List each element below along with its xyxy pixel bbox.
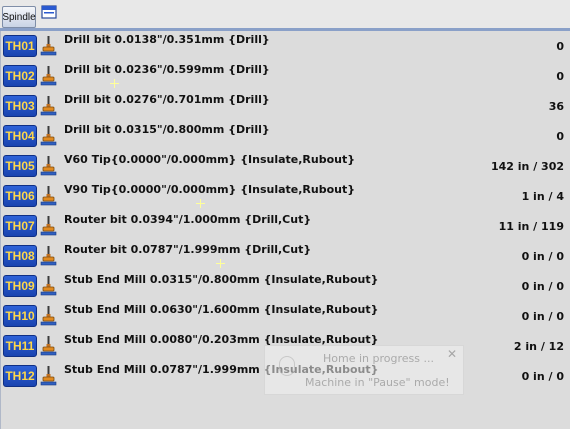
tool-hole-count: 0	[556, 40, 564, 53]
tool-row[interactable]: TH10 Stub End Mill 0.0630"/1.600mm {Insul…	[1, 301, 570, 331]
popup-message-line2: Machine in "Pause" mode!	[305, 376, 450, 389]
tool-hole-count: 1 in / 4	[521, 190, 564, 203]
tool-row[interactable]: TH07 Router bit 0.0394"/1.000mm {Drill,Cu…	[1, 211, 570, 241]
popup-message-line1: Home in progress ...	[323, 352, 434, 365]
spindle-tool-icon	[40, 96, 57, 116]
spindle-tool-icon	[40, 366, 57, 386]
tool-hole-count: 0 in / 0	[521, 310, 564, 323]
tool-row[interactable]: TH09 Stub End Mill 0.0315"/0.800mm {Insul…	[1, 271, 570, 301]
spindle-tool-icon	[40, 66, 57, 86]
tool-id-badge[interactable]: TH10	[3, 305, 37, 327]
tool-hole-count: 0 in / 0	[521, 370, 564, 383]
tool-description: Drill bit 0.0236"/0.599mm {Drill}	[64, 63, 270, 76]
tool-id-badge[interactable]: TH12	[3, 365, 37, 387]
tool-row[interactable]: TH02 Drill bit 0.0236"/0.599mm {Drill} 0	[1, 61, 570, 91]
tool-row[interactable]: TH05 V60 Tip{0.0000"/0.000mm} {Insulate,R…	[1, 151, 570, 181]
status-popup: Home in progress ... Machine in "Pause" …	[264, 345, 464, 395]
spindle-tool-icon	[40, 276, 57, 296]
tool-description: V60 Tip{0.0000"/0.000mm} {Insulate,Rubou…	[64, 153, 356, 166]
tool-row[interactable]: TH01 Drill bit 0.0138"/0.351mm {Drill} 0	[1, 31, 570, 61]
spindle-tool-icon	[40, 186, 57, 206]
tool-row[interactable]: TH08 Router bit 0.0787"/1.999mm {Drill,Cu…	[1, 241, 570, 271]
tool-id-badge[interactable]: TH06	[3, 185, 37, 207]
tool-row[interactable]: TH04 Drill bit 0.0315"/0.800mm {Drill} 0	[1, 121, 570, 151]
tool-description: V90 Tip{0.0000"/0.000mm} {Insulate,Rubou…	[64, 183, 356, 196]
window-icon[interactable]	[41, 5, 57, 19]
tool-row[interactable]: TH06 V90 Tip{0.0000"/0.000mm} {Insulate,R…	[1, 181, 570, 211]
tool-id-badge[interactable]: TH08	[3, 245, 37, 267]
spindle-tool-icon	[40, 156, 57, 176]
cursor-crosshair-icon	[110, 79, 119, 88]
tool-hole-count: 0	[556, 70, 564, 83]
spindle-tool-icon	[40, 216, 57, 236]
tool-hole-count: 0 in / 0	[521, 280, 564, 293]
spindle-tool-icon	[40, 336, 57, 356]
tool-description: Stub End Mill 0.0315"/0.800mm {Insulate,…	[64, 273, 379, 286]
tool-id-badge[interactable]: TH11	[3, 335, 37, 357]
tool-hole-count: 11 in / 119	[498, 220, 564, 233]
tool-hole-count: 2 in / 12	[513, 340, 564, 353]
spindle-tool-icon	[40, 306, 57, 326]
tool-hole-count: 0 in / 0	[521, 250, 564, 263]
tool-id-badge[interactable]: TH02	[3, 65, 37, 87]
popup-close-button[interactable]: ✕	[447, 347, 457, 361]
tool-hole-count: 36	[548, 100, 564, 113]
info-icon	[279, 356, 295, 376]
toolbar: Spindle	[0, 0, 570, 31]
tool-id-badge[interactable]: TH09	[3, 275, 37, 297]
cursor-crosshair-icon	[216, 259, 225, 268]
spindle-tool-icon	[40, 246, 57, 266]
tool-description: Router bit 0.0787"/1.999mm {Drill,Cut}	[64, 243, 312, 256]
tool-description: Router bit 0.0394"/1.000mm {Drill,Cut}	[64, 213, 312, 226]
tool-description: Drill bit 0.0276"/0.701mm {Drill}	[64, 93, 270, 106]
tool-description: Drill bit 0.0315"/0.800mm {Drill}	[64, 123, 270, 136]
tool-id-badge[interactable]: TH03	[3, 95, 37, 117]
tool-id-badge[interactable]: TH04	[3, 125, 37, 147]
tool-description: Drill bit 0.0138"/0.351mm {Drill}	[64, 33, 270, 46]
spindle-button[interactable]: Spindle	[2, 6, 36, 28]
cursor-crosshair-icon	[196, 199, 205, 208]
tool-id-badge[interactable]: TH07	[3, 215, 37, 237]
tool-description: Stub End Mill 0.0630"/1.600mm {Insulate,…	[64, 303, 379, 316]
tool-row[interactable]: TH03 Drill bit 0.0276"/0.701mm {Drill} 36	[1, 91, 570, 121]
tool-id-badge[interactable]: TH05	[3, 155, 37, 177]
spindle-tool-icon	[40, 126, 57, 146]
tool-id-badge[interactable]: TH01	[3, 35, 37, 57]
tool-hole-count: 0	[556, 130, 564, 143]
tool-hole-count: 142 in / 302	[490, 160, 564, 173]
spindle-tool-icon	[40, 36, 57, 56]
